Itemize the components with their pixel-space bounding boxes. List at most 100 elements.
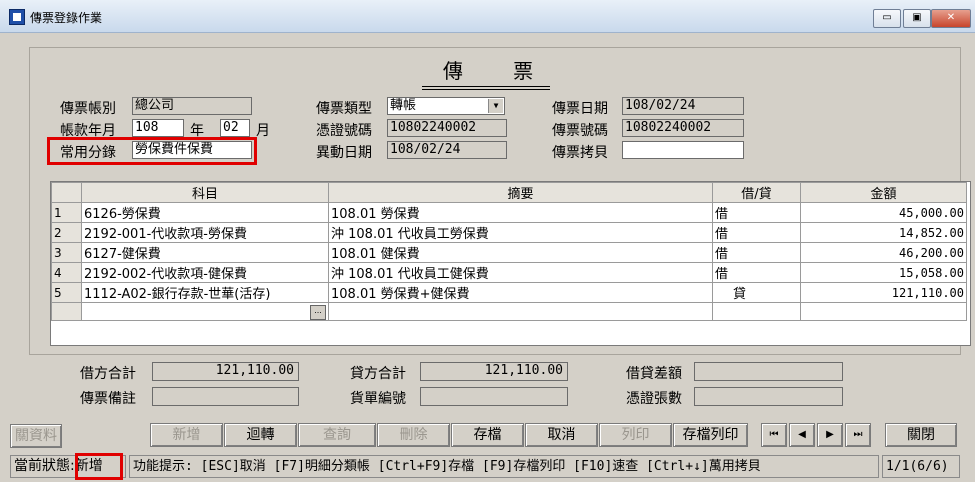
amount-cell[interactable]: 121,110.00 [800, 282, 967, 303]
table-row[interactable]: 2 2192-001-代收款項-勞保費 沖 108.01 代收員工勞保費 借 1… [51, 222, 967, 243]
query-button[interactable]: 查詢 [298, 423, 376, 447]
account-cell[interactable]: 1112-A02-銀行存款-世華(活存) [81, 282, 329, 303]
credit-total-label: 貸方合計 [350, 366, 406, 382]
row-number [51, 302, 82, 321]
copy-field[interactable] [622, 141, 744, 159]
voucher-type-value: 轉帳 [390, 98, 417, 113]
month-unit-label: 月 [256, 123, 270, 139]
column-header-memo[interactable]: 摘要 [328, 182, 713, 203]
cert-count-label: 憑證張數 [626, 391, 682, 407]
month-field[interactable]: 02 [220, 119, 250, 137]
voucher-type-select[interactable]: 轉帳 ▼ [387, 97, 505, 115]
amount-cell[interactable]: 14,852.00 [800, 222, 967, 243]
account-cell[interactable]: 6127-健保費 [81, 242, 329, 263]
memo-cell[interactable]: 108.01 健保費 [328, 242, 713, 263]
column-header-account[interactable]: 科目 [81, 182, 329, 203]
memo-cell[interactable]: 沖 108.01 代收員工勞保費 [328, 222, 713, 243]
change-date-field[interactable]: 108/02/24 [387, 141, 507, 159]
maximize-button[interactable]: ▣ [903, 9, 931, 28]
account-type-field[interactable]: 總公司 [132, 97, 252, 115]
print-button[interactable]: 列印 [599, 423, 672, 447]
row-number: 5 [51, 282, 82, 303]
amount-cell[interactable]: 45,000.00 [800, 202, 967, 223]
account-cell[interactable]: 2192-002-代收款項-健保費 [81, 262, 329, 283]
last-record-icon[interactable]: ⏭ [845, 423, 871, 447]
lookup-button[interactable]: ... [310, 305, 326, 320]
doc-no-label: 貨單編號 [350, 391, 406, 407]
memo-cell[interactable] [328, 302, 713, 321]
title-underline [422, 86, 550, 90]
row-number: 1 [51, 202, 82, 223]
dc-cell[interactable]: 借 [712, 242, 801, 263]
column-header-dc[interactable]: 借/貸 [712, 182, 801, 203]
debit-total-field: 121,110.00 [152, 362, 299, 381]
note-label: 傳票備註 [80, 391, 136, 407]
window-title: 傳票登錄作業 [30, 11, 103, 25]
cancel-button[interactable]: 取消 [525, 423, 598, 447]
amount-cell[interactable] [800, 302, 967, 321]
memo-cell[interactable]: 108.01 勞保費 [328, 202, 713, 223]
dc-cell[interactable] [712, 302, 801, 321]
year-field[interactable]: 108 [132, 119, 184, 137]
memo-cell[interactable]: 沖 108.01 代收員工健保費 [328, 262, 713, 283]
table-row[interactable]: 3 6127-健保費 108.01 健保費 借 46,200.00 [51, 242, 967, 263]
state-highlight-box [75, 453, 123, 480]
change-date-label: 異動日期 [316, 145, 372, 161]
row-number-header [51, 182, 82, 203]
column-header-amount[interactable]: 金額 [800, 182, 967, 203]
title-bar: 傳票登錄作業 ▭ ▣ ✕ [0, 0, 975, 33]
close-window-button[interactable]: ✕ [931, 9, 971, 28]
diff-field [694, 362, 843, 381]
delete-button[interactable]: 刪除 [377, 423, 450, 447]
dc-cell[interactable]: 貸 [712, 282, 801, 303]
minimize-button[interactable]: ▭ [873, 9, 901, 28]
dc-cell[interactable]: 借 [712, 222, 801, 243]
table-row[interactable]: 4 2192-002-代收款項-健保費 沖 108.01 代收員工健保費 借 1… [51, 262, 967, 283]
memo-cell[interactable]: 108.01 勞保費+健保費 [328, 282, 713, 303]
next-record-icon[interactable]: ▶ [817, 423, 843, 447]
diff-label: 借貸差額 [626, 366, 682, 382]
amount-cell[interactable]: 46,200.00 [800, 242, 967, 263]
row-number: 4 [51, 262, 82, 283]
note-field[interactable] [152, 387, 299, 406]
dc-cell[interactable]: 借 [712, 262, 801, 283]
account-cell[interactable]: ... [81, 302, 329, 321]
revert-button[interactable]: 迴轉 [224, 423, 297, 447]
entries-table: 科目 摘要 借/貸 金額 1 6126-勞保費 108.01 勞保費 借 45,… [51, 182, 967, 321]
entries-grid: 科目 摘要 借/貸 金額 1 6126-勞保費 108.01 勞保費 借 45,… [50, 181, 971, 346]
prev-record-icon[interactable]: ◀ [789, 423, 815, 447]
status-hint: 功能提示: [ESC]取消 [F7]明細分類帳 [Ctrl+F9]存檔 [F9]… [129, 455, 879, 478]
row-number: 3 [51, 242, 82, 263]
voucher-no-field[interactable]: 10802240002 [622, 119, 744, 137]
dc-cell[interactable]: 借 [712, 202, 801, 223]
highlight-box [47, 137, 257, 165]
cert-no-field[interactable]: 10802240002 [387, 119, 507, 137]
save-button[interactable]: 存檔 [451, 423, 524, 447]
new-entry-row[interactable]: ... [51, 302, 967, 321]
first-record-icon[interactable]: ⏮ [761, 423, 787, 447]
new-button[interactable]: 新增 [150, 423, 223, 447]
client-area: 傳 票 傳票帳別 總公司 帳款年月 108 年 02 月 常用分錄 勞保費件保費… [10, 33, 971, 480]
app-icon [9, 9, 25, 25]
credit-total-field: 121,110.00 [420, 362, 568, 381]
amount-cell[interactable]: 15,058.00 [800, 262, 967, 283]
doc-no-field[interactable] [420, 387, 568, 406]
account-cell[interactable]: 2192-001-代收款項-勞保費 [81, 222, 329, 243]
cert-count-field[interactable] [694, 387, 843, 406]
table-row[interactable]: 1 6126-勞保費 108.01 勞保費 借 45,000.00 [51, 202, 967, 223]
voucher-panel: 傳 票 傳票帳別 總公司 帳款年月 108 年 02 月 常用分錄 勞保費件保費… [29, 47, 971, 355]
row-number: 2 [51, 222, 82, 243]
copy-label: 傳票拷貝 [552, 145, 608, 161]
cert-no-label: 憑證號碼 [316, 123, 372, 139]
status-state-label: 當前狀態: [14, 458, 75, 474]
close-button[interactable]: 關閉 [885, 423, 957, 447]
save-print-button[interactable]: 存檔列印 [673, 423, 748, 447]
chevron-down-icon[interactable]: ▼ [488, 99, 503, 113]
account-type-label: 傳票帳別 [60, 101, 116, 117]
table-header-row: 科目 摘要 借/貸 金額 [51, 182, 967, 203]
status-page: 1/1(6/6) [882, 455, 960, 478]
voucher-date-field[interactable]: 108/02/24 [622, 97, 744, 115]
table-row[interactable]: 5 1112-A02-銀行存款-世華(活存) 108.01 勞保費+健保費 貸 … [51, 282, 967, 303]
account-cell[interactable]: 6126-勞保費 [81, 202, 329, 223]
close-data-button[interactable]: 關資料 [10, 424, 62, 448]
